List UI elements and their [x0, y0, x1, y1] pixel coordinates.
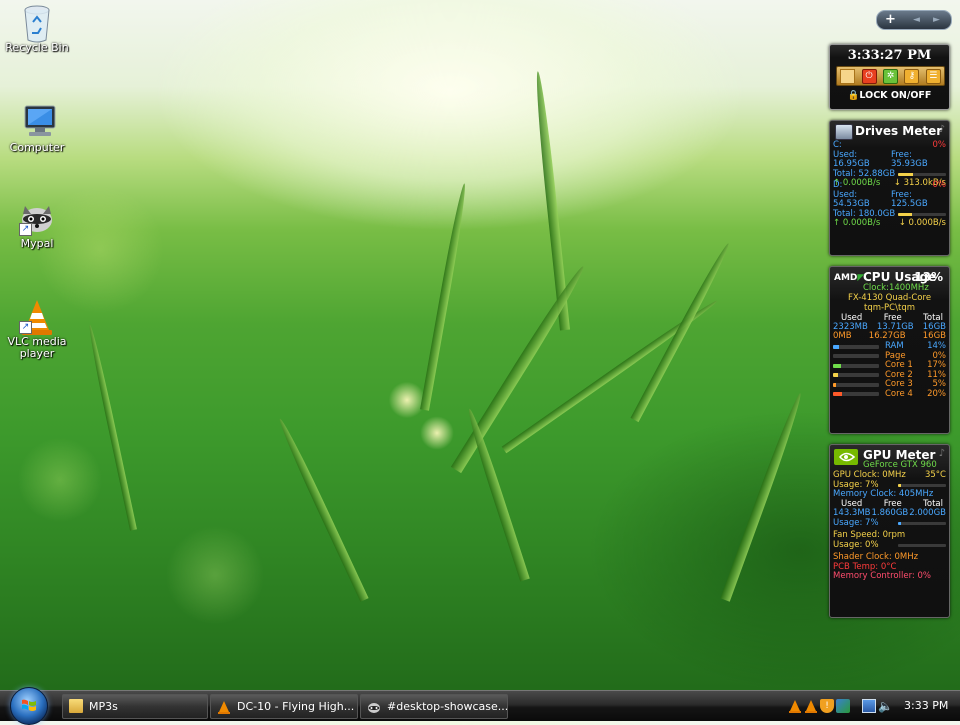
taskbar-button-mp3s[interactable]: MP3s — [62, 694, 208, 719]
desktop-icon-recycle-bin[interactable]: Recycle Bin — [1, 4, 73, 54]
music-note-icon: ♪ — [938, 448, 945, 459]
recycle-bin-icon — [19, 4, 55, 43]
drive-used: Used: 54.53GB — [833, 189, 870, 209]
padlock-icon: 🔒 — [847, 90, 860, 101]
drive-percent: 0% — [932, 140, 947, 150]
desktop-icon-vlc[interactable]: ↗ VLC media player — [1, 298, 73, 360]
start-button[interactable] — [10, 687, 48, 725]
memory-usage-bar — [898, 521, 946, 525]
power-button[interactable]: ⏻ — [861, 68, 877, 84]
clock-time: 3:33:27 PM — [847, 48, 932, 63]
taskbar-button-label: #desktop-showcase... — [387, 700, 508, 713]
gpu-usage-bar — [898, 483, 946, 487]
drive-free: Free: 125.5GB — [890, 189, 928, 209]
fan-usage: Usage: 0% — [833, 539, 879, 550]
shortcut-arrow-icon: ↗ — [19, 223, 32, 236]
shortcut-arrow-icon: ↗ — [19, 321, 32, 334]
gpu-body: GPU Clock: 0MHz 35°C Usage: 7% Memory Clo… — [833, 470, 946, 582]
cpu-meter-bar — [833, 363, 879, 368]
network-icon[interactable] — [862, 699, 876, 713]
sleep-button[interactable] — [840, 68, 856, 84]
memory-usage: Usage: 7% — [833, 517, 879, 528]
clock-button-row: ⏻ ✲ ⚷ ☰ — [836, 66, 945, 86]
drive-free: Free: 35.93GB — [890, 149, 928, 169]
vlc-tray-icon[interactable] — [804, 699, 818, 713]
vlc-icon — [217, 699, 231, 714]
taskbar: MP3s DC-10 - Flying High... #desktop-sho… — [0, 687, 960, 725]
desktop-icon-mypal[interactable]: ↗ Mypal — [1, 200, 73, 250]
taskbar-button-mypal[interactable]: #desktop-showcase... — [360, 694, 508, 719]
taskbar-button-label: MP3s — [89, 700, 118, 713]
cpu-meter-bar — [833, 382, 879, 387]
computer-icon — [19, 104, 56, 140]
mypal-icon — [367, 699, 381, 713]
desktop-icon-label: Computer — [9, 141, 65, 154]
cpu-meter-row: Core 4 20% — [833, 388, 946, 400]
taskbar-button-label: DC-10 - Flying High... — [237, 700, 355, 713]
gpu-temp: 35°C — [924, 470, 946, 480]
cpu-usage-percent: 13% — [914, 270, 943, 284]
music-note-icon: ♪ — [938, 124, 945, 135]
taskbar-clock[interactable]: 3:33 PM — [904, 691, 948, 721]
app-tray-icon[interactable] — [836, 699, 850, 713]
lock-screen-button[interactable]: ☰ — [925, 68, 941, 84]
drive-used: Used: 16.95GB — [833, 149, 870, 169]
windows-logo-icon — [22, 699, 36, 711]
cpu-meter-bar — [833, 392, 879, 397]
previous-page-button[interactable]: ◄ — [913, 12, 920, 28]
desktop-icon-label: VLC media player — [7, 335, 67, 360]
folder-icon — [69, 699, 83, 713]
volume-icon[interactable]: 🔈 — [878, 699, 893, 713]
drive-d: D: 0% Used: 54.53GB Free: 125.5GB Total: 1… — [833, 180, 947, 229]
drives-meter-gadget: Drives Meter ♪ C: 0% Used: 16.95GB Free: 3… — [829, 120, 950, 256]
cpu-meter-value: 20% — [927, 388, 946, 399]
desktop-icon-computer[interactable]: Computer — [1, 104, 73, 154]
nvidia-logo-icon — [834, 449, 858, 465]
add-gadget-button[interactable]: + — [885, 11, 896, 28]
fan-usage-bar — [898, 543, 946, 547]
vlc-icon: ↗ — [19, 298, 55, 335]
vlc-tray-icon[interactable] — [788, 699, 802, 713]
cpu-meter-bar — [833, 354, 879, 359]
memory-controller: Memory Controller: 0% — [833, 571, 931, 581]
settings-button[interactable]: ✲ — [882, 68, 898, 84]
drive-usage-bar — [898, 212, 946, 216]
desktop-icon-label: Mypal — [20, 237, 54, 250]
drives-meter-title: Drives Meter — [855, 124, 943, 138]
drive-read-rate: ↓ 0.000B/s — [898, 218, 946, 228]
amd-logo-icon: AMD◤ — [834, 273, 865, 283]
drive-usage-bar — [898, 172, 946, 176]
shield-icon[interactable]: ! — [820, 699, 834, 713]
cpu-meter-bar — [833, 373, 879, 378]
next-page-button[interactable]: ► — [933, 12, 940, 28]
clock-gadget: 3:33:27 PM ⏻ ✲ ⚷ ☰ 🔒LOCK ON/OFF — [829, 44, 950, 110]
cpu-meters: RAM 14% Page 0% Core 1 17% Core 2 11% Core 3 5% Co… — [833, 341, 946, 400]
lock-toggle[interactable]: 🔒LOCK ON/OFF — [830, 90, 949, 101]
cpu-meter-label: Core 4 — [885, 388, 913, 399]
cpu-usage-gadget: AMD◤ CPU Usage 13% Clock:1400MHz FX-4130… — [829, 266, 950, 434]
drive-icon — [835, 124, 853, 140]
mypal-icon: ↗ — [19, 200, 55, 236]
key-button[interactable]: ⚷ — [904, 68, 920, 84]
drive-write-rate: ↑ 0.000B/s — [833, 218, 881, 228]
drive-percent: 0% — [932, 180, 947, 190]
sidebar-controls: + ◄ ► — [876, 10, 952, 30]
system-tray: ! 🔈 3:33 PM — [780, 691, 960, 721]
cpu-meter-bar — [833, 344, 879, 349]
taskbar-button-vlc[interactable]: DC-10 - Flying High... — [210, 694, 358, 719]
gpu-meter-gadget: GPU Meter ♪ GeForce GTX 960 GPU Clock: 0… — [829, 444, 950, 618]
